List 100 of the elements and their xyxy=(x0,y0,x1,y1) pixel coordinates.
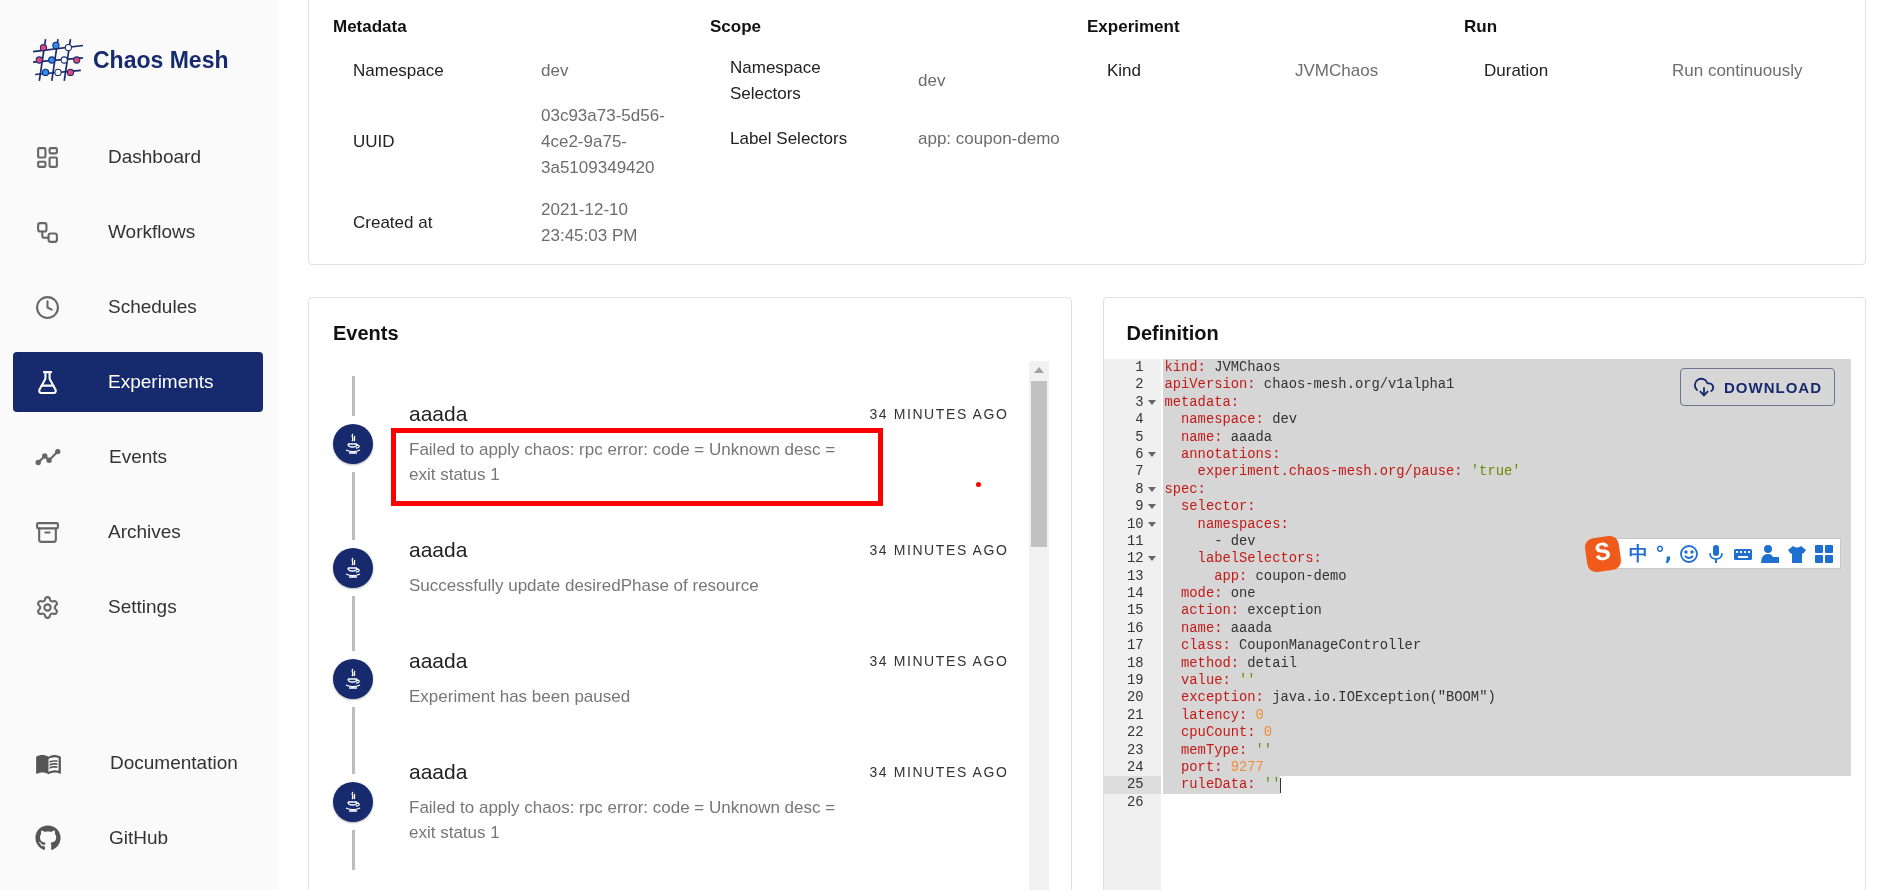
code-line: metadata: xyxy=(1163,393,1239,412)
field-value: 2021-12-10 23:45:03 PM xyxy=(541,199,639,247)
field-value: dev xyxy=(541,60,570,82)
coffee-cup-icon xyxy=(343,667,363,690)
code-line: spec: xyxy=(1163,480,1206,499)
grid-icon[interactable] xyxy=(1814,543,1834,564)
sidebar-item[interactable]: Dashboard xyxy=(13,127,263,187)
fold-arrow-icon[interactable] xyxy=(1147,486,1156,492)
ime-punctuation-label[interactable]: °, xyxy=(1655,544,1672,563)
sidebar-item[interactable]: Archives xyxy=(13,502,263,562)
code-line: experiment.chaos-mesh.org/pause: 'true' xyxy=(1196,463,1521,481)
code-line: kind: JVMChaos xyxy=(1163,359,1281,377)
download-button[interactable]: DOWNLOAD xyxy=(1680,368,1835,406)
event-title: aaada xyxy=(409,759,468,785)
line-number: 9 xyxy=(1135,498,1144,516)
smiley-icon[interactable] xyxy=(1679,543,1699,564)
section-heading: Scope xyxy=(710,16,763,38)
line-number: 3 xyxy=(1135,393,1144,412)
line-number: 16 xyxy=(1126,619,1144,638)
code-line: selector: xyxy=(1180,498,1256,516)
text-cursor xyxy=(1280,777,1282,793)
line-number: 14 xyxy=(1126,585,1144,603)
event-title: aaada xyxy=(409,401,468,427)
code-line: memType: '' xyxy=(1180,741,1273,759)
fold-arrow-icon[interactable] xyxy=(1147,521,1156,527)
sidebar-link[interactable]: GitHub xyxy=(13,808,263,868)
fold-arrow-icon[interactable] xyxy=(1147,399,1156,405)
microphone-icon[interactable] xyxy=(1706,543,1726,564)
scrollbar[interactable] xyxy=(1028,361,1049,890)
sidebar-link[interactable]: Documentation xyxy=(13,733,263,793)
code-line: action: exception xyxy=(1180,602,1322,620)
field-value: 03c93a73-5d56-4ce2-9a75-3a5109349420 xyxy=(541,105,666,179)
github-icon xyxy=(35,825,61,851)
line-number: 5 xyxy=(1135,428,1144,446)
event-message: Experiment has been paused xyxy=(409,686,632,708)
sidebar-item[interactable]: Events xyxy=(13,427,263,487)
line-number: 20 xyxy=(1126,689,1144,707)
line-number: 12 xyxy=(1126,550,1144,568)
line-number: 6 xyxy=(1135,445,1144,464)
event-message: Successfully update desiredPhase of resource xyxy=(409,575,760,597)
code-line: namespaces: xyxy=(1196,515,1289,533)
event-time: 34 MINUTES AGO xyxy=(869,653,1009,669)
fold-arrow-icon[interactable] xyxy=(1147,504,1156,510)
line-number: 22 xyxy=(1126,724,1144,742)
workflow-icon xyxy=(35,219,60,245)
code-line: annotations: xyxy=(1180,445,1281,464)
timeline-connector xyxy=(351,830,355,870)
line-number: 1 xyxy=(1135,359,1144,377)
sidebar-item[interactable]: Schedules xyxy=(13,277,263,337)
line-number: 13 xyxy=(1126,567,1144,586)
event-message: Failed to apply chaos: rpc error: code = Unknown desc = exit status 1 xyxy=(409,797,837,844)
code-line: exception: java.io.IOException("BOOM") xyxy=(1180,689,1496,707)
card-title: Events xyxy=(333,321,400,346)
code-line: port: 9277 xyxy=(1180,759,1264,777)
person-icon[interactable] xyxy=(1760,543,1780,564)
line-number: 26 xyxy=(1126,793,1144,812)
field-label: Namespace xyxy=(353,60,445,82)
line-number: 4 xyxy=(1135,411,1144,429)
coffee-cup-icon xyxy=(343,791,363,813)
line-number: 23 xyxy=(1126,741,1144,759)
coffee-cup-icon xyxy=(343,556,363,579)
line-number: 10 xyxy=(1126,515,1144,533)
line-number: 11 xyxy=(1126,532,1144,551)
code-line: - dev xyxy=(1213,532,1256,551)
line-number: 17 xyxy=(1126,637,1144,655)
line-number: 7 xyxy=(1135,463,1144,481)
sidebar-item[interactable]: Workflows xyxy=(13,202,263,262)
field-label: Kind xyxy=(1107,60,1143,82)
code-line: class: CouponManageController xyxy=(1180,637,1422,655)
fold-arrow-icon[interactable] xyxy=(1147,556,1156,562)
sidebar-item[interactable]: Experiments xyxy=(13,352,263,412)
section-heading: Run xyxy=(1464,16,1499,38)
code-line: name: aaada xyxy=(1180,619,1273,638)
field-value: Run continuously xyxy=(1672,60,1804,82)
event-time: 34 MINUTES AGO xyxy=(869,764,1009,780)
line-number: 15 xyxy=(1126,602,1144,620)
shirt-icon[interactable] xyxy=(1787,543,1807,564)
fold-arrow-icon[interactable] xyxy=(1147,452,1156,458)
event-message: Failed to apply chaos: rpc error: code = Unknown desc = exit status 1 xyxy=(409,439,837,486)
field-label: UUID xyxy=(353,131,396,153)
line-number: 21 xyxy=(1126,706,1144,725)
code-line: value: '' xyxy=(1180,672,1256,690)
settings-icon xyxy=(35,594,60,620)
field-value: JVMChaos xyxy=(1295,60,1380,82)
sidebar-item[interactable]: Settings xyxy=(13,577,263,637)
logo-text: Chaos Mesh xyxy=(93,46,229,74)
event-time: 34 MINUTES AGO xyxy=(869,542,1009,558)
ime-mode-label[interactable]: 中 xyxy=(1629,544,1649,563)
line-number: 2 xyxy=(1135,376,1144,394)
timeline-connector xyxy=(351,376,355,416)
code-line: labelSelectors: xyxy=(1196,550,1322,568)
code-line: latency: 0 xyxy=(1180,706,1264,725)
code-line: namespace: dev xyxy=(1180,411,1297,429)
line-number: 25 xyxy=(1126,776,1144,794)
field-value: dev xyxy=(918,70,947,92)
section-heading: Metadata xyxy=(333,16,408,38)
clock-icon xyxy=(35,294,60,320)
cloud-download-icon xyxy=(1693,376,1715,398)
chaos-mesh-logo-icon xyxy=(31,37,85,83)
event-time: 34 MINUTES AGO xyxy=(869,406,1009,422)
